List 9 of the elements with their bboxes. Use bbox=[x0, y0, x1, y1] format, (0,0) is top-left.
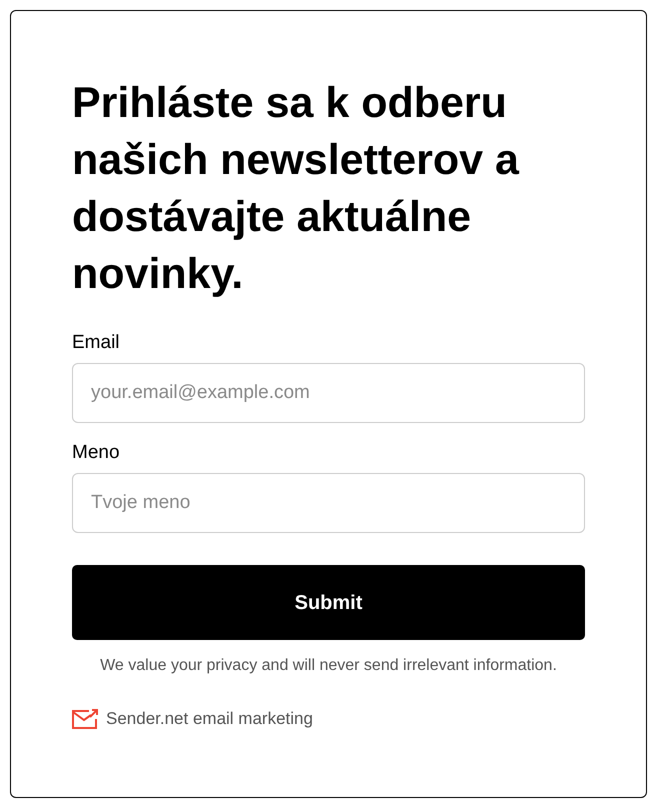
field-label: Meno bbox=[72, 441, 121, 465]
submit-button[interactable]: Submit bbox=[72, 565, 585, 640]
envelope-icon bbox=[72, 708, 98, 729]
field-label: Email bbox=[72, 331, 121, 355]
privacy-note: We value your privacy and will never send irrelevant information. bbox=[99, 656, 558, 676]
form-heading: Prihláste sa k odberu našich newsletterov a dostávajte aktuálne novinky. bbox=[72, 78, 520, 300]
branding-link[interactable]: Sender.net email marketing bbox=[106, 706, 313, 732]
input-field[interactable]: Tvoje meno bbox=[72, 473, 585, 533]
input-field[interactable]: your.email@example.com bbox=[72, 363, 585, 423]
